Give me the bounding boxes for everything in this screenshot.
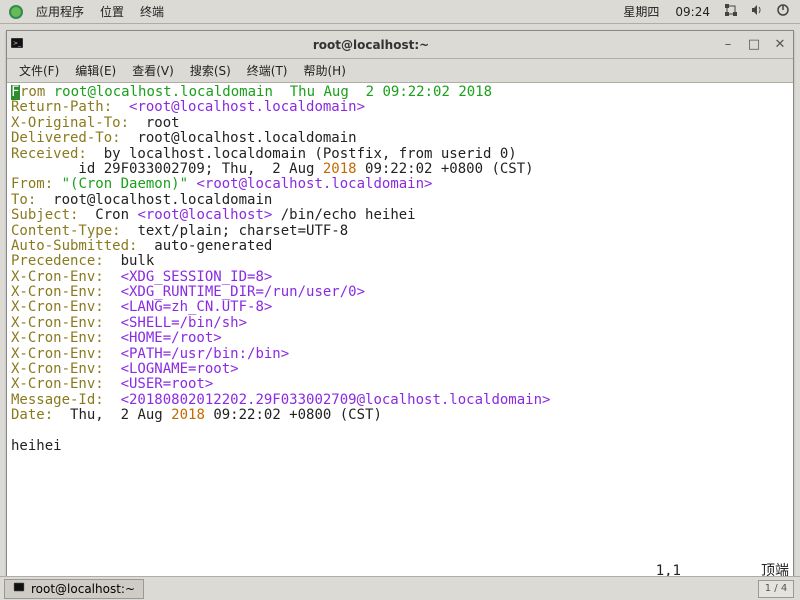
- cron-env-3: <LANG=zh_CN.UTF-8>: [121, 299, 273, 315]
- menu-help[interactable]: 帮助(H): [296, 60, 354, 81]
- taskbar-item-terminal[interactable]: root@localhost:~: [4, 579, 144, 599]
- return-path-key: Return-Path:: [11, 99, 112, 115]
- taskbar-item-label: root@localhost:~: [31, 582, 135, 596]
- from-addr: <root@localhost.localdomain>: [196, 176, 432, 192]
- received-line2a: id 29F033002709; Thu, 2 Aug: [11, 161, 323, 177]
- distro-logo-icon[interactable]: [8, 4, 24, 20]
- power-icon[interactable]: [770, 3, 796, 20]
- terminal-icon: [13, 581, 25, 596]
- bottom-taskbar: root@localhost:~ 1 / 4: [0, 576, 800, 600]
- mail-body: heihei: [11, 438, 62, 454]
- menu-terminal[interactable]: 终端(T): [239, 60, 296, 81]
- cursor: F: [11, 85, 20, 100]
- auto-submitted-value: auto-generated: [154, 238, 272, 254]
- delivered-to-key: Delivered-To:: [11, 130, 121, 146]
- panel-apps-menu[interactable]: 应用程序: [28, 1, 92, 22]
- cron-env-key-5: X-Cron-Env:: [11, 330, 104, 346]
- x-original-to-value: root: [146, 115, 180, 131]
- received-line2b: 09:22:02 +0800 (CST): [357, 161, 534, 177]
- cron-env-7: <LOGNAME=root>: [121, 361, 239, 377]
- cron-env-key-6: X-Cron-Env:: [11, 346, 104, 362]
- message-id-key: Message-Id:: [11, 392, 104, 408]
- cron-env-1: <XDG_SESSION_ID=8>: [121, 269, 273, 285]
- window-titlebar[interactable]: >_ root@localhost:~ – □ ✕: [7, 31, 793, 59]
- minimize-button[interactable]: –: [715, 37, 741, 52]
- from-name: "(Cron Daemon)": [62, 176, 188, 192]
- cron-env-2: <XDG_RUNTIME_DIR=/run/user/0>: [121, 284, 365, 300]
- to-key: To:: [11, 192, 36, 208]
- received-year: 2018: [323, 161, 357, 177]
- content-type-value: text/plain; charset=UTF-8: [137, 223, 348, 239]
- subject-v3: /bin/echo heihei: [272, 207, 415, 223]
- cron-env-key-7: X-Cron-Env:: [11, 361, 104, 377]
- terminal-window: >_ root@localhost:~ – □ ✕ 文件(F) 编辑(E) 查看…: [6, 30, 794, 584]
- window-title: root@localhost:~: [27, 38, 715, 52]
- from-key: From:: [11, 176, 53, 192]
- mail-from-date: Thu Aug 2 09:22:02 2018: [290, 84, 492, 100]
- delivered-to-value: root@localhost.localdomain: [137, 130, 356, 146]
- to-value: root@localhost.localdomain: [53, 192, 272, 208]
- network-icon[interactable]: [718, 3, 744, 20]
- menu-file[interactable]: 文件(F): [11, 60, 67, 81]
- svg-text:>_: >_: [13, 40, 22, 47]
- panel-day: 星期四: [615, 1, 667, 22]
- cron-env-key-8: X-Cron-Env:: [11, 376, 104, 392]
- cron-env-5: <HOME=/root>: [121, 330, 222, 346]
- precedence-key: Precedence:: [11, 253, 104, 269]
- cron-env-4: <SHELL=/bin/sh>: [121, 315, 247, 331]
- x-original-to-key: X-Original-To:: [11, 115, 129, 131]
- panel-terminal-menu[interactable]: 终端: [132, 1, 172, 22]
- menu-edit[interactable]: 编辑(E): [67, 60, 124, 81]
- auto-submitted-key: Auto-Submitted:: [11, 238, 137, 254]
- date-year: 2018: [171, 407, 205, 423]
- subject-key: Subject:: [11, 207, 78, 223]
- top-panel: 应用程序 位置 终端 星期四 09:24: [0, 0, 800, 24]
- subject-v2: <root@localhost>: [137, 207, 272, 223]
- volume-icon[interactable]: [744, 3, 770, 20]
- close-button[interactable]: ✕: [767, 37, 793, 52]
- precedence-value: bulk: [121, 253, 155, 269]
- panel-places-menu[interactable]: 位置: [92, 1, 132, 22]
- workspace-switcher[interactable]: 1 / 4: [758, 580, 794, 598]
- cron-env-8: <USER=root>: [121, 376, 214, 392]
- cron-env-key-3: X-Cron-Env:: [11, 299, 104, 315]
- terminal-icon: >_: [7, 36, 27, 53]
- return-path-value: <root@localhost.localdomain>: [129, 99, 365, 115]
- received-key: Received:: [11, 146, 87, 162]
- message-id-value: <20180802012202.29F033002709@localhost.l…: [121, 392, 551, 408]
- received-line1: by localhost.localdomain (Postfix, from …: [104, 146, 517, 162]
- panel-clock[interactable]: 09:24: [667, 3, 718, 21]
- maximize-button[interactable]: □: [741, 37, 767, 52]
- mail-from-addr: root@localhost.localdomain: [54, 84, 273, 100]
- content-type-key: Content-Type:: [11, 223, 121, 239]
- cron-env-key-1: X-Cron-Env:: [11, 269, 104, 285]
- terminal-viewport[interactable]: From root@localhost.localdomain Thu Aug …: [7, 83, 793, 583]
- cron-env-key-4: X-Cron-Env:: [11, 315, 104, 331]
- menu-view[interactable]: 查看(V): [124, 60, 182, 81]
- date-v1: Thu, 2 Aug: [70, 407, 171, 423]
- menu-search[interactable]: 搜索(S): [182, 60, 239, 81]
- cron-env-6: <PATH=/usr/bin:/bin>: [121, 346, 290, 362]
- date-v2: 09:22:02 +0800 (CST): [205, 407, 382, 423]
- mail-from-key: rom: [20, 84, 45, 100]
- date-key: Date:: [11, 407, 53, 423]
- cron-env-key-2: X-Cron-Env:: [11, 284, 104, 300]
- subject-v1: Cron: [95, 207, 137, 223]
- menubar: 文件(F) 编辑(E) 查看(V) 搜索(S) 终端(T) 帮助(H): [7, 59, 793, 83]
